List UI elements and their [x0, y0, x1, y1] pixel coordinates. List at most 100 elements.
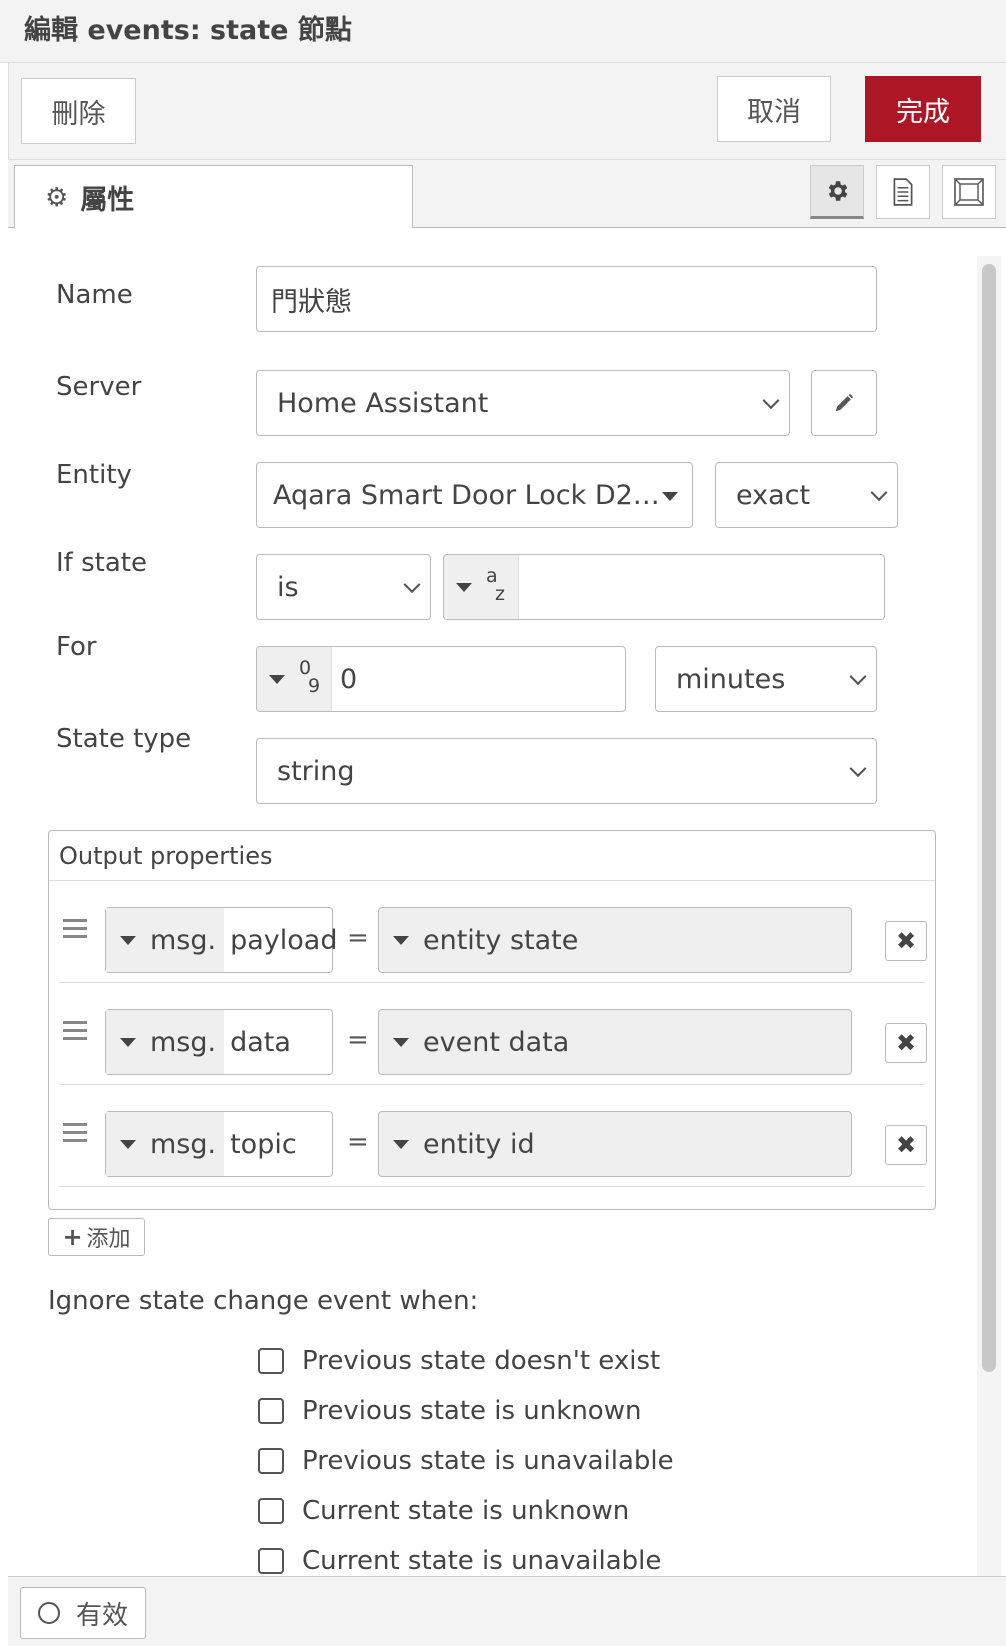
output-value-selector[interactable]: event data	[378, 1009, 852, 1075]
output-value-selector[interactable]: entity id	[378, 1111, 852, 1177]
checkbox[interactable]	[258, 1398, 284, 1424]
output-properties-header: Output properties	[49, 831, 935, 881]
gear-icon	[828, 181, 848, 201]
remove-row-button[interactable]: ✖	[885, 1125, 927, 1165]
tab-appearance[interactable]	[942, 165, 996, 219]
output-property-input[interactable]: msg. topic	[105, 1111, 333, 1177]
property-name: topic	[230, 1128, 297, 1160]
entity-match-value: exact	[736, 479, 811, 511]
property-type-selector[interactable]: msg.	[106, 908, 225, 972]
for-value: 0	[340, 663, 358, 695]
circle-icon	[37, 1602, 60, 1624]
for-type-selector[interactable]: 0 9	[257, 647, 332, 711]
chevron-down-icon	[849, 668, 867, 686]
output-row-topic: msg. topic = entity id ✖	[59, 1085, 927, 1187]
name-value: 門狀態	[271, 286, 352, 318]
dialog-titlebar: 編輯 events: state 節點	[0, 0, 1006, 63]
number-type-icon: 0 9	[299, 657, 321, 697]
string-type-icon: a z	[486, 565, 505, 605]
scrollbar[interactable]	[977, 256, 1001, 1578]
checkbox[interactable]	[258, 1348, 284, 1374]
remove-row-button[interactable]: ✖	[885, 1023, 927, 1063]
caret-down-icon	[393, 935, 409, 945]
output-property-input[interactable]: msg. data	[105, 1009, 333, 1075]
property-name: payload	[230, 924, 338, 956]
if-state-operator-value: is	[277, 571, 299, 603]
ignore-section-label: Ignore state change event when:	[48, 1286, 479, 1316]
output-row-payload: msg. payload = entity state ✖	[59, 881, 927, 983]
equals-sign: =	[347, 1127, 369, 1157]
checkbox-label: Previous state doesn't exist	[302, 1346, 661, 1376]
if-state-label: If state	[56, 548, 147, 578]
property-type-selector[interactable]: msg.	[106, 1112, 225, 1176]
tab-settings[interactable]	[810, 165, 864, 219]
msg-prefix: msg.	[150, 1026, 217, 1058]
chevron-down-icon	[403, 576, 421, 594]
caret-down-icon	[393, 1037, 409, 1047]
tab-properties[interactable]: ⚙ 屬性	[14, 165, 413, 229]
drag-handle-icon[interactable]	[63, 1021, 87, 1045]
server-label: Server	[56, 372, 142, 402]
caret-down-icon	[456, 582, 472, 592]
caret-down-icon	[120, 1037, 136, 1047]
entity-combobox[interactable]: Aqara Smart Door Lock D2…	[256, 462, 693, 528]
remove-row-button[interactable]: ✖	[885, 921, 927, 961]
close-icon: ✖	[895, 1131, 917, 1159]
chevron-down-icon	[762, 392, 780, 410]
entity-value: Aqara Smart Door Lock D2…	[273, 479, 660, 511]
enabled-toggle[interactable]: 有效	[20, 1587, 146, 1639]
ignore-option-prev-not-exist[interactable]: Previous state doesn't exist	[258, 1346, 660, 1376]
if-state-type-selector[interactable]: a z	[444, 555, 519, 619]
output-properties-box: Output properties msg. payload = entity …	[48, 830, 936, 1210]
server-value: Home Assistant	[277, 387, 489, 419]
close-icon: ✖	[895, 1029, 917, 1057]
ignore-option-prev-unavailable[interactable]: Previous state is unavailable	[258, 1446, 674, 1476]
state-type-value: string	[277, 755, 355, 787]
delete-button[interactable]: 刪除	[21, 78, 136, 144]
close-icon: ✖	[895, 927, 917, 955]
property-type-selector[interactable]: msg.	[106, 1010, 225, 1074]
done-button[interactable]: 完成	[865, 76, 981, 142]
caret-down-icon	[120, 935, 136, 945]
if-state-operator-select[interactable]: is	[256, 554, 431, 620]
gear-icon: ⚙	[45, 182, 69, 213]
caret-down-icon	[269, 674, 285, 684]
checkbox[interactable]	[258, 1448, 284, 1474]
if-state-typed-input[interactable]: a z	[443, 554, 885, 620]
caret-down-icon	[120, 1139, 136, 1149]
entity-match-select[interactable]: exact	[715, 462, 898, 528]
output-value-selector[interactable]: entity state	[378, 907, 852, 973]
equals-sign: =	[347, 923, 369, 953]
dialog-toolbar: 刪除 取消 完成	[8, 63, 1006, 160]
equals-sign: =	[347, 1025, 369, 1055]
for-typed-input[interactable]: 0 9 0	[256, 646, 626, 712]
ignore-option-prev-unknown[interactable]: Previous state is unknown	[258, 1396, 641, 1426]
drag-handle-icon[interactable]	[63, 919, 87, 943]
ignore-option-current-unavailable[interactable]: Current state is unavailable	[258, 1546, 661, 1576]
output-property-input[interactable]: msg. payload	[105, 907, 337, 973]
server-select[interactable]: Home Assistant	[256, 370, 790, 436]
add-output-button[interactable]: + 添加	[48, 1218, 145, 1256]
output-row-data: msg. data = event data ✖	[59, 983, 927, 1085]
for-label: For	[56, 632, 97, 662]
output-value: entity id	[423, 1128, 535, 1160]
checkbox[interactable]	[258, 1498, 284, 1524]
plus-icon: +	[62, 1223, 83, 1251]
output-value: entity state	[423, 924, 579, 956]
caret-down-icon	[393, 1139, 409, 1149]
name-input[interactable]: 門狀態	[256, 266, 877, 332]
tab-description[interactable]	[876, 165, 930, 219]
drag-handle-icon[interactable]	[63, 1123, 87, 1147]
edit-server-button[interactable]	[811, 370, 877, 436]
name-label: Name	[56, 280, 133, 310]
checkbox-label: Current state is unavailable	[302, 1546, 662, 1576]
state-type-select[interactable]: string	[256, 738, 877, 804]
ignore-option-current-unknown[interactable]: Current state is unknown	[258, 1496, 629, 1526]
cancel-button[interactable]: 取消	[717, 76, 831, 142]
output-value: event data	[423, 1026, 570, 1058]
checkbox[interactable]	[258, 1548, 284, 1574]
checkbox-label: Previous state is unavailable	[302, 1446, 674, 1476]
entity-label: Entity	[56, 460, 132, 490]
for-unit-select[interactable]: minutes	[655, 646, 877, 712]
scrollbar-thumb[interactable]	[982, 264, 996, 1372]
